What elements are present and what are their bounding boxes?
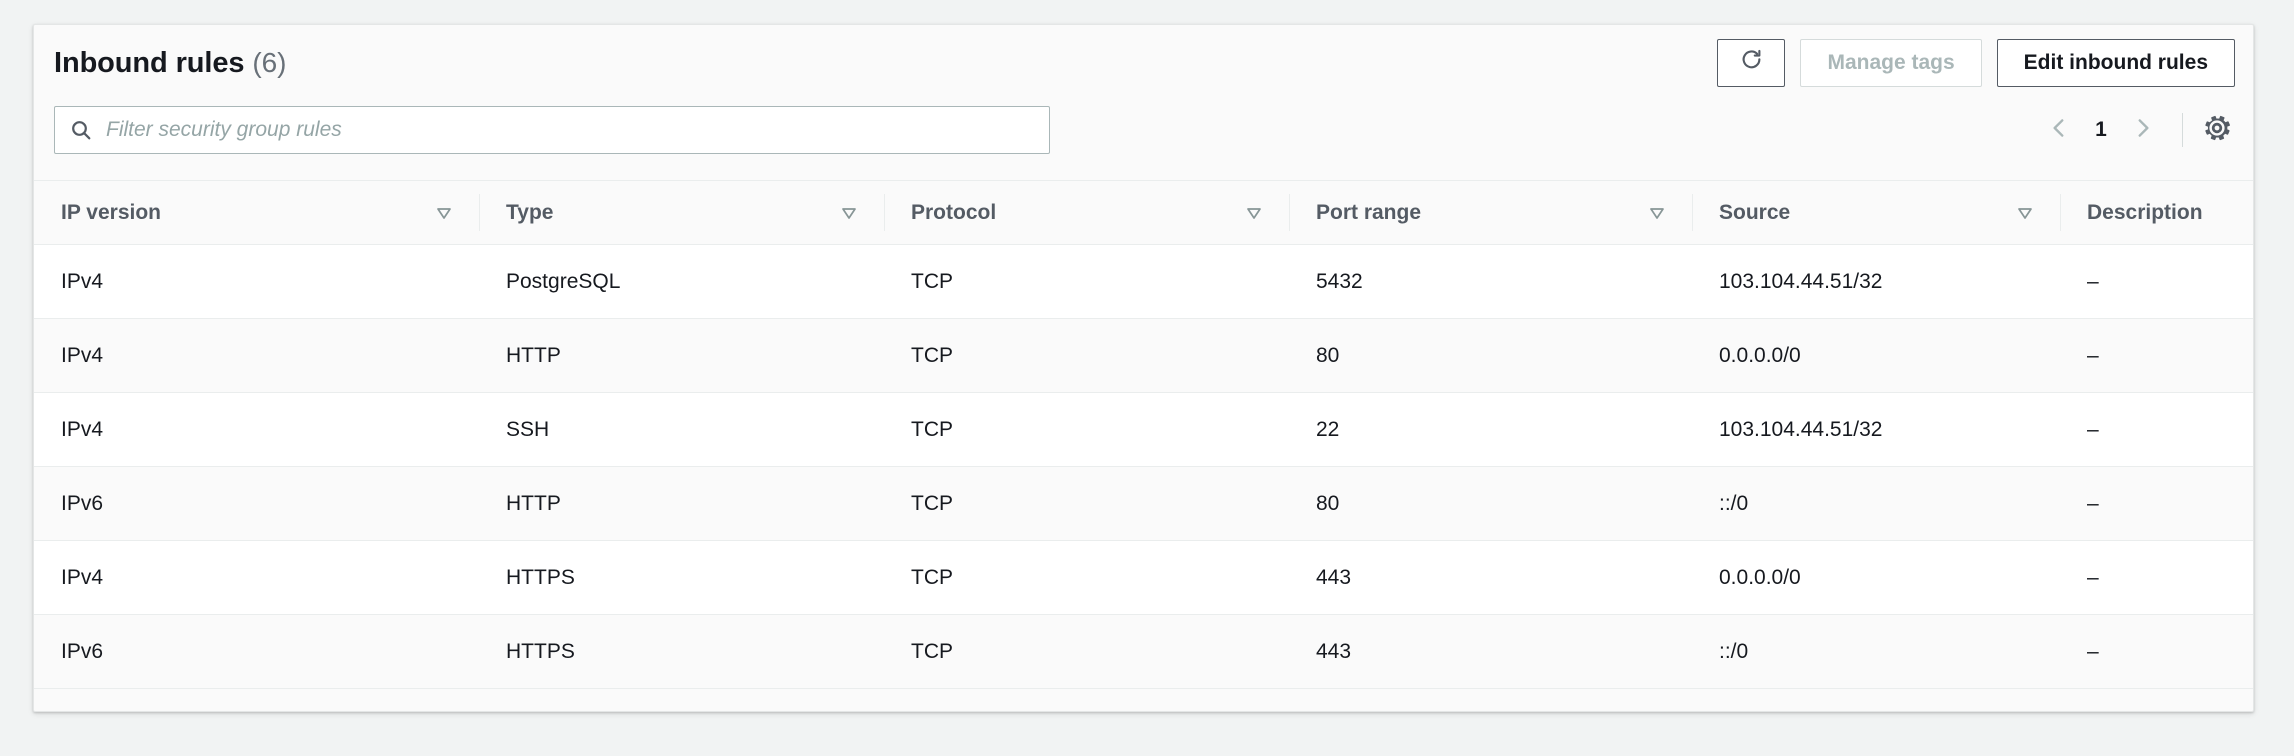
cell-description: –: [2060, 467, 2254, 540]
column-header-label: Description: [2087, 201, 2203, 225]
cell-ip-version: IPv6: [34, 467, 479, 540]
cell-source: 103.104.44.51/32: [1692, 245, 2060, 318]
sort-down-icon: [2016, 204, 2034, 222]
manage-tags-label: Manage tags: [1827, 51, 1954, 75]
column-header-type[interactable]: Type: [479, 181, 884, 244]
table-header-row: IP version Type Pr: [34, 181, 2253, 245]
gear-icon: [2201, 112, 2233, 149]
cell-port-range: 22: [1289, 393, 1692, 466]
column-header-description[interactable]: Description: [2060, 181, 2254, 244]
card-header: Inbound rules (6) Manage tags Ed: [34, 25, 2253, 105]
cell-protocol: TCP: [884, 245, 1289, 318]
column-header-label: Port range: [1316, 201, 1421, 225]
cell-protocol: TCP: [884, 615, 1289, 688]
refresh-icon: [1738, 47, 1765, 80]
table-row[interactable]: IPv6 HTTPS TCP 443 ::/0 –: [34, 615, 2253, 689]
column-header-label: Source: [1719, 201, 1790, 225]
cell-port-range: 443: [1289, 615, 1692, 688]
cell-port-range: 5432: [1289, 245, 1692, 318]
pagination-page-1[interactable]: 1: [2084, 118, 2118, 142]
table-row[interactable]: IPv4 SSH TCP 22 103.104.44.51/32 –: [34, 393, 2253, 467]
inbound-rules-card: Inbound rules (6) Manage tags Ed: [33, 24, 2254, 712]
cell-port-range: 80: [1289, 319, 1692, 392]
manage-tags-button[interactable]: Manage tags: [1800, 39, 1981, 87]
cell-description: –: [2060, 541, 2254, 614]
cell-source: ::/0: [1692, 615, 2060, 688]
column-header-label: Type: [506, 201, 553, 225]
cell-source: 0.0.0.0/0: [1692, 541, 2060, 614]
cell-type: PostgreSQL: [479, 245, 884, 318]
page-title-text: Inbound rules: [54, 47, 244, 79]
cell-source: 0.0.0.0/0: [1692, 319, 2060, 392]
header-actions: Manage tags Edit inbound rules: [1717, 39, 2235, 87]
table-row[interactable]: IPv4 PostgreSQL TCP 5432 103.104.44.51/3…: [34, 245, 2253, 319]
pagination-next-button[interactable]: [2118, 105, 2168, 155]
edit-inbound-rules-button[interactable]: Edit inbound rules: [1997, 39, 2235, 87]
column-header-source[interactable]: Source: [1692, 181, 2060, 244]
cell-ip-version: IPv4: [34, 319, 479, 392]
search-input[interactable]: [106, 118, 1035, 142]
column-header-protocol[interactable]: Protocol: [884, 181, 1289, 244]
pagination-divider: [2182, 113, 2183, 147]
filter-bar: 1: [34, 105, 2253, 180]
cell-ip-version: IPv4: [34, 541, 479, 614]
cell-port-range: 443: [1289, 541, 1692, 614]
cell-type: HTTPS: [479, 615, 884, 688]
column-header-label: IP version: [61, 201, 161, 225]
cell-protocol: TCP: [884, 319, 1289, 392]
cell-source: ::/0: [1692, 467, 2060, 540]
cell-protocol: TCP: [884, 541, 1289, 614]
column-header-ip-version[interactable]: IP version: [34, 181, 479, 244]
cell-type: SSH: [479, 393, 884, 466]
table-row[interactable]: IPv4 HTTP TCP 80 0.0.0.0/0 –: [34, 319, 2253, 393]
chevron-right-icon: [2130, 115, 2156, 146]
table-row[interactable]: IPv6 HTTP TCP 80 ::/0 –: [34, 467, 2253, 541]
pagination-prev-button[interactable]: [2034, 105, 2084, 155]
cell-description: –: [2060, 615, 2254, 688]
table-preferences-button[interactable]: [2199, 112, 2235, 148]
cell-ip-version: IPv4: [34, 245, 479, 318]
sort-down-icon: [435, 204, 453, 222]
cell-type: HTTP: [479, 467, 884, 540]
sort-down-icon: [1245, 204, 1263, 222]
search-icon: [69, 118, 93, 142]
chevron-left-icon: [2046, 115, 2072, 146]
cell-port-range: 80: [1289, 467, 1692, 540]
cell-protocol: TCP: [884, 393, 1289, 466]
cell-source: 103.104.44.51/32: [1692, 393, 2060, 466]
table-row[interactable]: IPv4 HTTPS TCP 443 0.0.0.0/0 –: [34, 541, 2253, 615]
cell-description: –: [2060, 393, 2254, 466]
inbound-rules-table: IP version Type Pr: [34, 180, 2253, 689]
refresh-button[interactable]: [1717, 39, 1785, 87]
rules-count: (6): [252, 47, 286, 78]
cell-type: HTTP: [479, 319, 884, 392]
edit-inbound-rules-label: Edit inbound rules: [2024, 51, 2208, 75]
page-root: Inbound rules (6) Manage tags Ed: [0, 0, 2294, 756]
cell-ip-version: IPv4: [34, 393, 479, 466]
column-header-label: Protocol: [911, 201, 996, 225]
cell-protocol: TCP: [884, 467, 1289, 540]
cell-ip-version: IPv6: [34, 615, 479, 688]
sort-down-icon: [1648, 204, 1666, 222]
column-header-port-range[interactable]: Port range: [1289, 181, 1692, 244]
page-title: Inbound rules (6): [54, 47, 286, 80]
cell-description: –: [2060, 319, 2254, 392]
pagination: 1: [2034, 105, 2235, 155]
cell-description: –: [2060, 245, 2254, 318]
cell-type: HTTPS: [479, 541, 884, 614]
sort-down-icon: [840, 204, 858, 222]
search-box[interactable]: [54, 106, 1050, 154]
